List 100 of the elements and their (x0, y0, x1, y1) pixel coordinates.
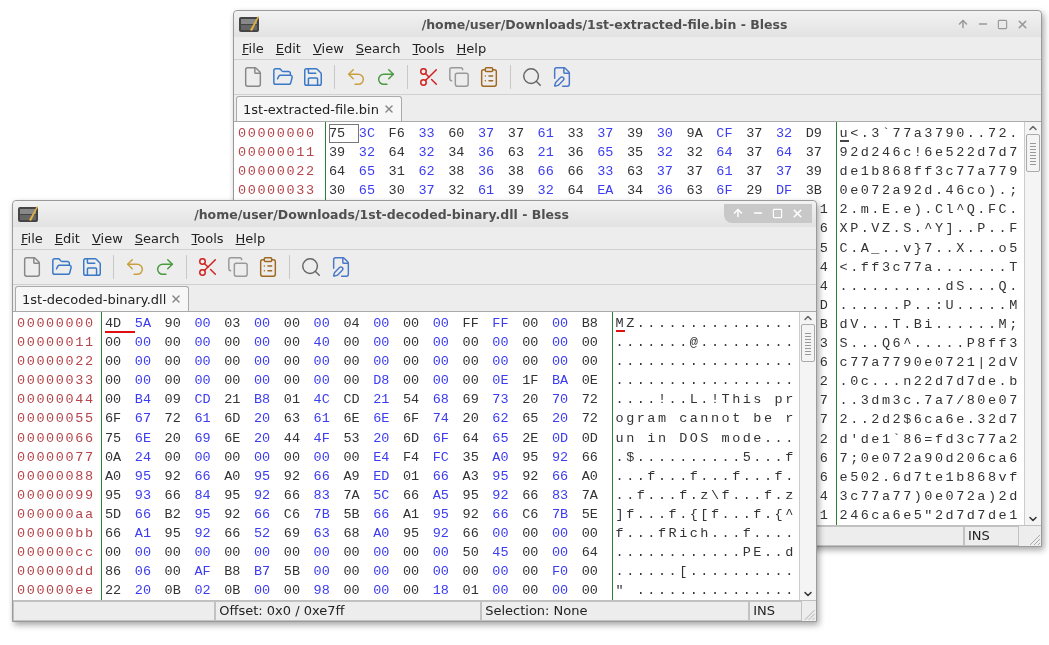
hex-byte: 21 (224, 391, 242, 410)
paste-icon[interactable] (257, 256, 279, 278)
hex-byte: 63 (507, 144, 525, 163)
hex-byte: 31 (388, 163, 406, 182)
hex-byte: 6F (105, 410, 123, 429)
scroll-thumb[interactable] (801, 324, 815, 362)
file-tab[interactable]: 1st-decoded-binary.dll (15, 286, 190, 311)
edit-file-icon[interactable] (330, 256, 352, 278)
menu-item[interactable]: Tools (406, 40, 451, 56)
hex-byte: 00 (105, 334, 123, 353)
hex-byte: 00 (343, 544, 361, 563)
resize-grip-icon[interactable] (802, 607, 816, 622)
hex-byte: 00 (134, 544, 152, 563)
hex-byte: F4 (402, 448, 421, 467)
hex-byte: 20 (462, 410, 480, 429)
hex-byte: 4 (819, 277, 828, 296)
save-icon[interactable] (81, 256, 103, 278)
hex-byte: A9 (343, 467, 361, 486)
hex-byte: 61 (537, 125, 555, 143)
redo-icon[interactable] (375, 66, 397, 88)
paste-icon[interactable] (478, 66, 500, 88)
hex-byte: 03 (224, 315, 242, 333)
hex-byte: 5D (105, 505, 123, 524)
hex-byte: 00 (492, 334, 510, 353)
scrollbar[interactable] (799, 312, 816, 601)
hex-byte: 37 (746, 163, 764, 182)
hex-byte: 00 (164, 353, 182, 372)
menu-item[interactable]: Help (450, 40, 493, 56)
hex-byte: 64 (581, 544, 599, 563)
hex-byte: FF (492, 315, 510, 333)
hex-byte: ED (373, 467, 391, 486)
hex-byte: 65 (492, 429, 510, 448)
hex-byte: E4 (373, 448, 391, 467)
hex-byte: 32 (656, 144, 674, 163)
menu-item[interactable]: Edit (48, 230, 86, 246)
hex-byte: 66 (567, 163, 585, 182)
hex-byte: 53 (343, 429, 361, 448)
hex-byte: 37 (656, 163, 674, 182)
menu-item[interactable]: File (236, 40, 270, 56)
cut-icon[interactable] (418, 66, 440, 88)
scroll-thumb[interactable] (1026, 134, 1040, 172)
close-icon[interactable] (382, 103, 395, 115)
menu-item[interactable]: View (306, 40, 350, 56)
copy-icon[interactable] (448, 66, 470, 88)
hex-byte: 00 (462, 353, 480, 372)
maximize-icon[interactable] (997, 18, 1008, 30)
menu-item[interactable]: Search (128, 230, 186, 246)
close-icon[interactable] (791, 206, 804, 220)
undo-icon[interactable] (124, 256, 146, 278)
menu-item[interactable]: Tools (185, 230, 230, 246)
menu-item[interactable]: Edit (269, 40, 307, 56)
hex-byte: 00 (551, 544, 570, 563)
open-folder-icon[interactable] (272, 66, 294, 88)
hex-byte: 92 (551, 448, 570, 467)
menu-item[interactable]: View (85, 230, 129, 246)
new-file-icon[interactable] (21, 256, 43, 278)
open-folder-icon[interactable] (51, 256, 73, 278)
keep-above-icon[interactable] (732, 207, 744, 219)
offset-label: 00000099 (16, 486, 96, 505)
hex-byte: B4 (134, 391, 152, 410)
hex-byte: 62 (418, 163, 436, 182)
hex-byte: 92 (432, 525, 450, 544)
close-icon[interactable] (170, 293, 183, 305)
hex-byte: DF (775, 182, 794, 201)
save-icon[interactable] (302, 66, 324, 88)
hex-byte: 00 (134, 334, 152, 353)
offset-label: 00000066 (16, 429, 96, 448)
keep-above-icon[interactable] (957, 18, 969, 30)
hex-byte: 22 (105, 582, 123, 601)
ascii-text: 2.m.E.e).Cl^Q.FC. (838, 201, 1021, 220)
offset-label: 00000011 (16, 334, 96, 353)
hex-byte: 32 (358, 144, 376, 163)
hex-byte: 95 (254, 467, 272, 486)
copy-icon[interactable] (227, 256, 249, 278)
redo-icon[interactable] (154, 256, 176, 278)
undo-icon[interactable] (345, 66, 367, 88)
hex-byte: 5B (343, 505, 361, 524)
hex-byte: 66 (432, 467, 450, 486)
file-tab[interactable]: 1st-extracted-file.bin (236, 96, 402, 121)
hex-byte: 84 (194, 486, 212, 505)
menu-item[interactable]: Help (229, 230, 272, 246)
cut-icon[interactable] (197, 256, 219, 278)
hex-byte: 00 (283, 372, 301, 391)
hex-byte: 00 (581, 353, 599, 372)
close-icon[interactable] (1016, 17, 1029, 31)
hex-byte: 93 (134, 486, 152, 505)
search-icon[interactable] (521, 66, 543, 88)
ascii-text: ............PE..d (614, 544, 793, 563)
hex-byte: 64 (329, 163, 347, 182)
menu-item[interactable]: Search (349, 40, 407, 56)
hex-byte: 00 (492, 353, 510, 372)
edit-file-icon[interactable] (551, 66, 573, 88)
hex-byte: 40 (313, 334, 331, 353)
hex-byte: AF (194, 563, 212, 582)
search-icon[interactable] (300, 256, 322, 278)
menu-item[interactable]: File (15, 230, 49, 246)
new-file-icon[interactable] (242, 66, 264, 88)
scrollbar[interactable] (1024, 122, 1041, 525)
hex-byte: 1F (522, 372, 540, 391)
ascii-text: " ............... (614, 582, 793, 601)
